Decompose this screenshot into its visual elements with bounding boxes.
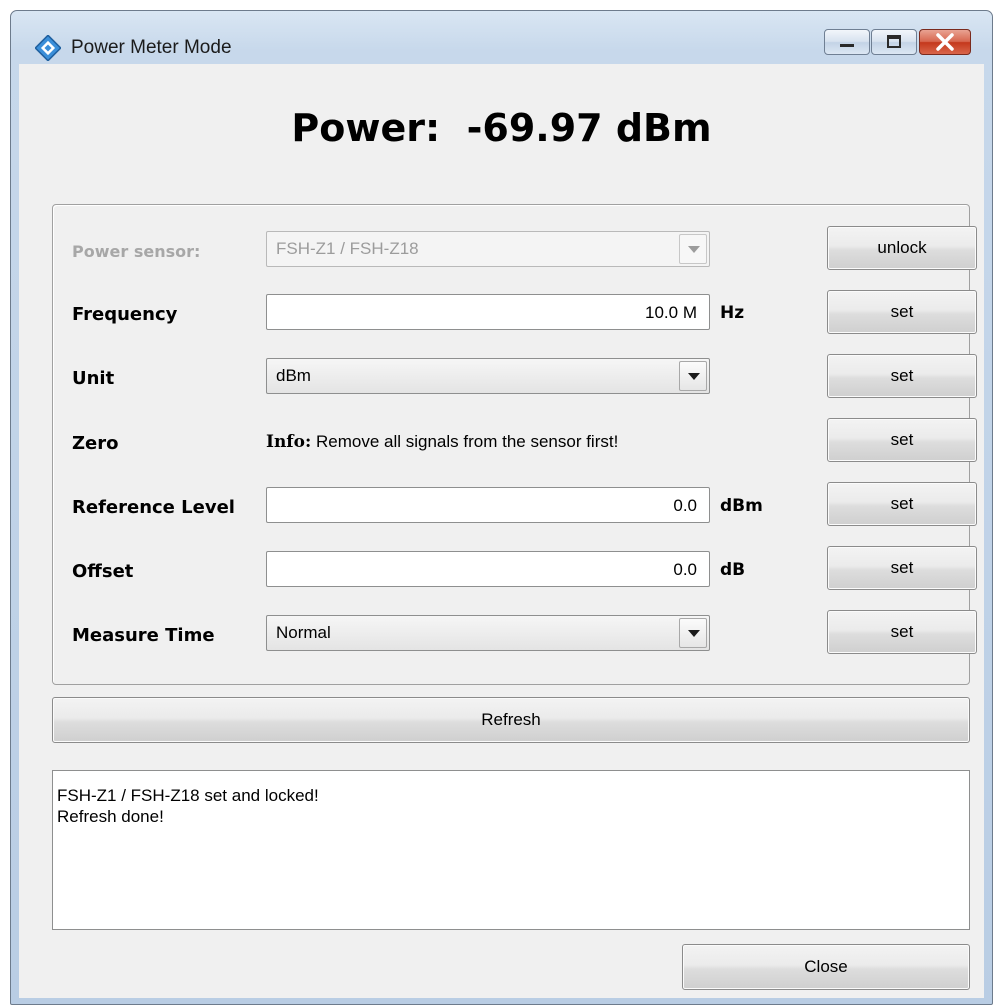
refresh-button[interactable]: Refresh — [52, 697, 970, 743]
reference-level-input[interactable]: 0.0 — [266, 487, 710, 523]
offset-set-button[interactable]: set — [827, 546, 977, 590]
reference-level-value: 0.0 — [673, 496, 697, 515]
maximize-icon — [887, 35, 901, 48]
zero-info: Info: Remove all signals from the sensor… — [266, 432, 618, 452]
frequency-value: 10.0 M — [645, 303, 697, 322]
settings-group: Power sensor: FSH-Z1 / FSH-Z18 unlock Fr… — [52, 204, 977, 685]
unit-label: Unit — [72, 368, 115, 389]
offset-input[interactable]: 0.0 — [266, 551, 710, 587]
zero-label: Zero — [72, 433, 119, 454]
window-close-button[interactable] — [919, 29, 971, 55]
dialog-client-area: Power: -69.97 dBm Power sensor: FSH-Z1 /… — [19, 64, 984, 998]
unit-select[interactable]: dBm — [266, 358, 710, 394]
power-sensor-label: Power sensor: — [72, 242, 201, 261]
log-line: FSH-Z1 / FSH-Z18 set and locked! — [57, 786, 319, 805]
close-button[interactable]: Close — [682, 944, 970, 990]
status-log[interactable]: FSH-Z1 / FSH-Z18 set and locked! Refresh… — [52, 770, 970, 930]
frequency-input[interactable]: 10.0 M — [266, 294, 710, 330]
power-sensor-value: FSH-Z1 / FSH-Z18 — [276, 239, 419, 258]
offset-value: 0.0 — [673, 560, 697, 579]
chevron-down-icon — [679, 361, 707, 391]
zero-info-text: Remove all signals from the sensor first… — [311, 432, 619, 451]
app-diamond-icon — [35, 35, 61, 61]
power-meter-window: Power Meter Mode Power: -69.97 dBm Power… — [10, 10, 993, 1005]
minimize-icon — [840, 44, 854, 47]
unit-value: dBm — [276, 366, 311, 385]
measure-time-label: Measure Time — [72, 625, 215, 646]
frequency-unit: Hz — [720, 303, 745, 323]
power-sensor-select[interactable]: FSH-Z1 / FSH-Z18 — [266, 231, 710, 267]
reference-level-label: Reference Level — [72, 497, 235, 518]
chevron-down-icon — [679, 618, 707, 648]
frequency-set-button[interactable]: set — [827, 290, 977, 334]
power-readout: Power: -69.97 dBm — [291, 106, 712, 150]
chevron-down-icon — [679, 234, 707, 264]
maximize-button[interactable] — [871, 29, 917, 55]
offset-unit: dB — [720, 560, 746, 580]
measure-time-set-button[interactable]: set — [827, 610, 977, 654]
reference-level-unit: dBm — [720, 496, 763, 516]
window-title: Power Meter Mode — [71, 37, 232, 58]
zero-info-prefix: Info: — [266, 432, 312, 452]
unlock-button[interactable]: unlock — [827, 226, 977, 270]
zero-set-button[interactable]: set — [827, 418, 977, 462]
unit-set-button[interactable]: set — [827, 354, 977, 398]
measure-time-select[interactable]: Normal — [266, 615, 710, 651]
frequency-label: Frequency — [72, 304, 178, 325]
title-bar[interactable]: Power Meter Mode — [11, 11, 992, 63]
reference-level-set-button[interactable]: set — [827, 482, 977, 526]
measure-time-value: Normal — [276, 623, 331, 642]
close-icon — [936, 33, 954, 51]
log-line: Refresh done! — [57, 807, 164, 826]
offset-label: Offset — [72, 561, 134, 582]
minimize-button[interactable] — [824, 29, 870, 55]
